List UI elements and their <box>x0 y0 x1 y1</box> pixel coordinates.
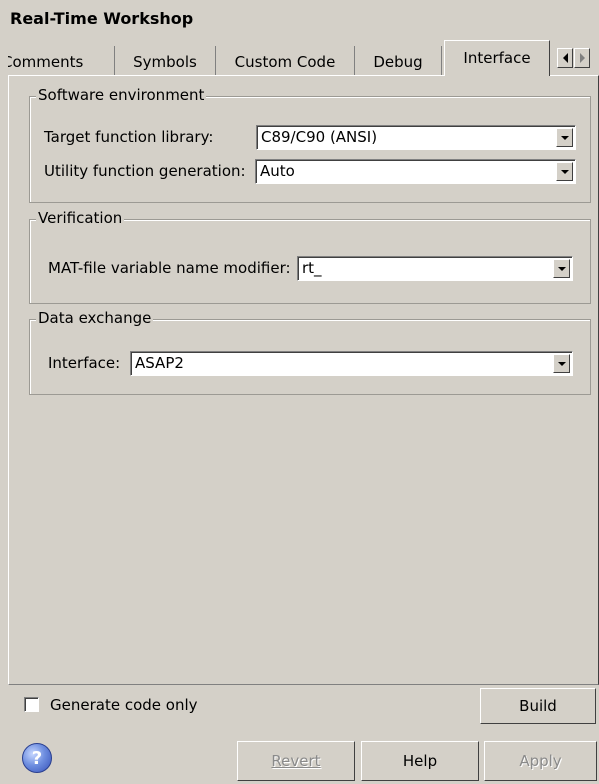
software-environment-group: Software environment Target function lib… <box>29 86 591 203</box>
build-button[interactable]: Build <box>480 688 596 724</box>
arrow-right-icon <box>579 53 585 63</box>
select-value: rt_ <box>302 259 322 277</box>
mat-file-modifier-select[interactable]: rt_ <box>297 256 573 281</box>
tab-symbols[interactable]: Symbols <box>115 46 216 76</box>
help-button[interactable]: Help <box>361 741 479 781</box>
help-button-label: Help <box>402 752 438 770</box>
tab-label: Debug <box>373 53 423 71</box>
chevron-down-icon <box>557 361 566 366</box>
apply-button[interactable]: Apply <box>484 741 597 781</box>
generate-code-only-checkbox[interactable] <box>24 697 39 712</box>
tab-label: Interface <box>463 48 531 67</box>
mat-file-modifier-label: MAT-file variable name modifier: <box>48 259 291 277</box>
tab-scroll-right-button[interactable] <box>574 48 590 68</box>
tab-label: Custom Code <box>234 53 336 71</box>
chevron-down-icon <box>560 169 569 174</box>
data-exchange-group: Data exchange Interface: ASAP2 <box>29 309 591 395</box>
build-button-label: Build <box>519 697 557 715</box>
tab-scroll-left-button[interactable] <box>557 48 573 68</box>
dropdown-button[interactable] <box>553 259 570 278</box>
window-title: Real-Time Workshop <box>10 9 194 28</box>
tab-label: Symbols <box>133 53 197 71</box>
utility-function-generation-select[interactable]: Auto <box>255 159 576 184</box>
verification-group: Verification MAT-file variable name modi… <box>29 209 591 304</box>
apply-button-label: Apply <box>519 752 562 770</box>
tab-interface[interactable]: Interface <box>444 40 550 76</box>
chevron-down-icon <box>557 266 566 271</box>
group-label: Data exchange <box>36 309 154 327</box>
select-value: C89/C90 (ANSI) <box>261 128 378 146</box>
help-question-icon[interactable]: ? <box>22 743 52 773</box>
revert-button-label: Revert <box>271 752 321 770</box>
group-label: Verification <box>36 209 125 227</box>
group-label: Software environment <box>36 86 207 104</box>
tab-custom-code[interactable]: Custom Code <box>216 46 355 76</box>
tab-comments[interactable]: Comments <box>8 46 115 76</box>
tab-debug[interactable]: Debug <box>355 46 442 76</box>
arrow-left-icon <box>562 53 568 63</box>
chevron-down-icon <box>560 135 569 140</box>
interface-label: Interface: <box>48 354 121 372</box>
target-function-library-label: Target function library: <box>44 128 214 146</box>
select-value: Auto <box>260 162 295 180</box>
tab-content-panel: Software environment Target function lib… <box>8 75 599 685</box>
tab-strip: Comments Symbols Custom Code Debug Inter… <box>8 40 599 76</box>
interface-select[interactable]: ASAP2 <box>130 351 573 376</box>
dropdown-button[interactable] <box>553 354 570 373</box>
select-value: ASAP2 <box>135 354 184 372</box>
tab-label: Comments <box>8 53 84 71</box>
target-function-library-select[interactable]: C89/C90 (ANSI) <box>256 125 576 150</box>
revert-button[interactable]: Revert <box>237 741 355 781</box>
dropdown-button[interactable] <box>556 128 573 147</box>
generate-code-only-label[interactable]: Generate code only <box>50 696 198 714</box>
utility-function-generation-label: Utility function generation: <box>44 162 246 180</box>
dropdown-button[interactable] <box>556 162 573 181</box>
